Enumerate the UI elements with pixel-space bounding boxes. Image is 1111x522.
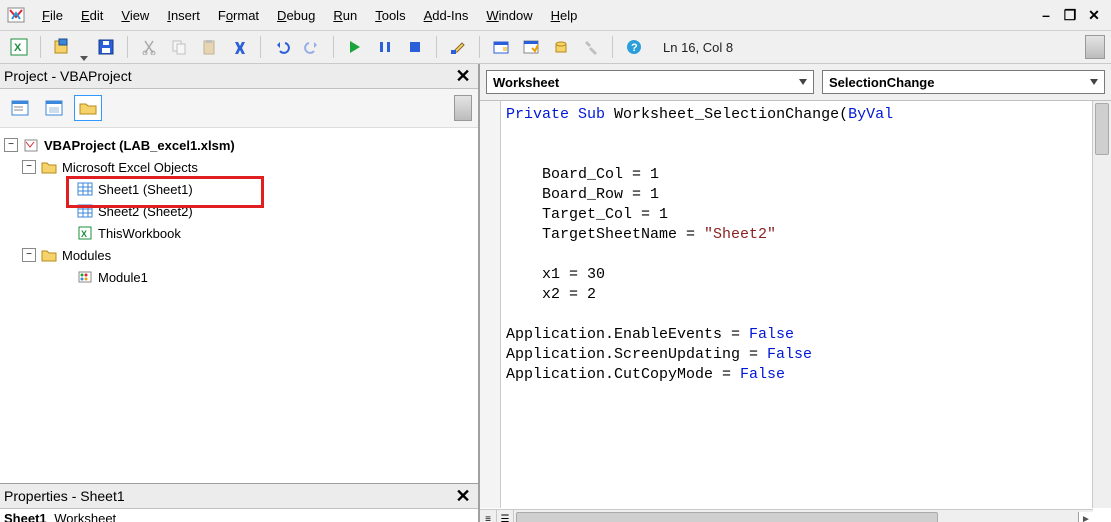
folder-icon xyxy=(40,247,58,263)
view-excel-button[interactable]: X xyxy=(6,34,32,60)
project-panel-title-text: Project - VBAProject xyxy=(4,68,452,84)
close-icon[interactable]: ✕ xyxy=(1087,8,1101,22)
project-explorer-button[interactable] xyxy=(488,34,514,60)
copy-button[interactable] xyxy=(166,34,192,60)
module-icon xyxy=(76,269,94,285)
tree-root-label: VBAProject (LAB_excel1.xlsm) xyxy=(44,138,235,153)
tree-module1[interactable]: Module1 xyxy=(4,266,474,288)
worksheet-icon xyxy=(76,181,94,197)
vertical-scrollbar[interactable] xyxy=(1092,101,1111,508)
code-margin[interactable] xyxy=(480,101,501,508)
break-button[interactable] xyxy=(372,34,398,60)
project-toolbar-gripper xyxy=(454,95,472,121)
object-browser-button[interactable] xyxy=(548,34,574,60)
toolbar-gripper xyxy=(1085,35,1105,59)
menu-help[interactable]: Help xyxy=(543,6,586,25)
properties-object-name: Sheet1 xyxy=(4,511,47,522)
menu-view[interactable]: View xyxy=(113,6,157,25)
menu-bar: File Edit View Insert Format Debug Run T… xyxy=(0,0,1111,31)
scrollbar-thumb[interactable] xyxy=(516,512,938,522)
project-tree[interactable]: − VBAProject (LAB_excel1.xlsm) − Microso… xyxy=(0,128,478,483)
toolbox-button[interactable] xyxy=(578,34,604,60)
reset-button[interactable] xyxy=(402,34,428,60)
horizontal-scrollbar[interactable]: ◄ ► xyxy=(514,509,1093,522)
menu-tools[interactable]: Tools xyxy=(367,6,413,25)
collapse-icon[interactable]: − xyxy=(4,138,18,152)
tree-modules-label: Modules xyxy=(62,248,111,263)
menu-run[interactable]: Run xyxy=(325,6,365,25)
toggle-folders-button[interactable] xyxy=(74,95,102,121)
insert-module-button[interactable] xyxy=(49,34,75,60)
project-panel-title: Project - VBAProject ✕ xyxy=(0,64,478,89)
undo-button[interactable] xyxy=(269,34,295,60)
object-dropdown[interactable]: Worksheet xyxy=(486,70,814,94)
save-button[interactable] xyxy=(93,34,119,60)
cursor-location: Ln 16, Col 8 xyxy=(657,38,739,57)
project-panel-close-button[interactable]: ✕ xyxy=(452,65,474,87)
object-dropdown-value: Worksheet xyxy=(493,75,559,90)
menu-insert[interactable]: Insert xyxy=(159,6,208,25)
properties-window-button[interactable] xyxy=(518,34,544,60)
tree-sheet1[interactable]: Sheet1 (Sheet1) xyxy=(4,178,474,200)
properties-panel-title: Properties - Sheet1 ✕ xyxy=(0,484,478,509)
code-view-buttons: ≡ ☰ xyxy=(480,509,514,522)
tree-excel-objects[interactable]: − Microsoft Excel Objects xyxy=(4,156,474,178)
design-mode-button[interactable] xyxy=(445,34,471,60)
tree-modules[interactable]: − Modules xyxy=(4,244,474,266)
tree-root[interactable]: − VBAProject (LAB_excel1.xlsm) xyxy=(4,134,474,156)
tree-sheet1-label: Sheet1 (Sheet1) xyxy=(98,182,193,197)
svg-text:X: X xyxy=(81,229,87,239)
full-module-view-button[interactable]: ☰ xyxy=(497,510,514,522)
tree-thisworkbook-label: ThisWorkbook xyxy=(98,226,181,241)
cut-button[interactable] xyxy=(136,34,162,60)
code-pane-selectors: Worksheet SelectionChange xyxy=(480,64,1111,101)
find-button[interactable] xyxy=(226,34,252,60)
worksheet-icon xyxy=(76,203,94,219)
collapse-icon[interactable]: − xyxy=(22,160,36,174)
window-controls: – ❐ ✕ xyxy=(1039,8,1105,22)
menu-format[interactable]: Format xyxy=(210,6,267,25)
menu-addins[interactable]: Add-Ins xyxy=(416,6,477,25)
view-code-button[interactable] xyxy=(6,95,34,121)
code-editor[interactable]: Private Sub Worksheet_SelectionChange(By… xyxy=(480,101,1111,522)
procedure-view-button[interactable]: ≡ xyxy=(480,510,497,522)
properties-panel-title-text: Properties - Sheet1 xyxy=(4,488,452,504)
procedure-dropdown[interactable]: SelectionChange xyxy=(822,70,1105,94)
tree-thisworkbook[interactable]: X ThisWorkbook xyxy=(4,222,474,244)
menu-debug[interactable]: Debug xyxy=(269,6,323,25)
svg-text:?: ? xyxy=(631,42,638,54)
properties-panel: Properties - Sheet1 ✕ Sheet1 Worksheet xyxy=(0,483,478,522)
project-toolbar xyxy=(0,89,478,128)
restore-icon[interactable]: ❐ xyxy=(1063,8,1077,22)
procedure-dropdown-value: SelectionChange xyxy=(829,75,934,90)
collapse-icon[interactable]: − xyxy=(22,248,36,262)
redo-button[interactable] xyxy=(299,34,325,60)
standard-toolbar: X ? Ln 16, Col 8 xyxy=(0,31,1111,64)
vbaproject-icon xyxy=(22,137,40,153)
properties-object-selector[interactable]: Sheet1 Worksheet xyxy=(0,509,478,522)
tree-sheet2-label: Sheet2 (Sheet2) xyxy=(98,204,193,219)
workbook-icon: X xyxy=(76,225,94,241)
scrollbar-thumb[interactable] xyxy=(1095,103,1109,155)
tree-excel-objects-label: Microsoft Excel Objects xyxy=(62,160,198,175)
view-object-button[interactable] xyxy=(40,95,68,121)
tree-module1-label: Module1 xyxy=(98,270,148,285)
app-icon xyxy=(6,5,26,25)
menu-edit[interactable]: Edit xyxy=(73,6,111,25)
code-text[interactable]: Private Sub Worksheet_SelectionChange(By… xyxy=(500,101,1093,508)
tree-sheet2[interactable]: Sheet2 (Sheet2) xyxy=(4,200,474,222)
menu-file[interactable]: File xyxy=(34,6,71,25)
menu-window[interactable]: Window xyxy=(478,6,540,25)
properties-object-type: Worksheet xyxy=(54,511,116,522)
run-button[interactable] xyxy=(342,34,368,60)
folder-icon xyxy=(40,159,58,175)
help-button[interactable]: ? xyxy=(621,34,647,60)
properties-panel-close-button[interactable]: ✕ xyxy=(452,485,474,507)
paste-button[interactable] xyxy=(196,34,222,60)
svg-text:X: X xyxy=(14,42,22,54)
scroll-right-button[interactable]: ► xyxy=(1078,512,1093,522)
minimize-icon[interactable]: – xyxy=(1039,8,1053,22)
